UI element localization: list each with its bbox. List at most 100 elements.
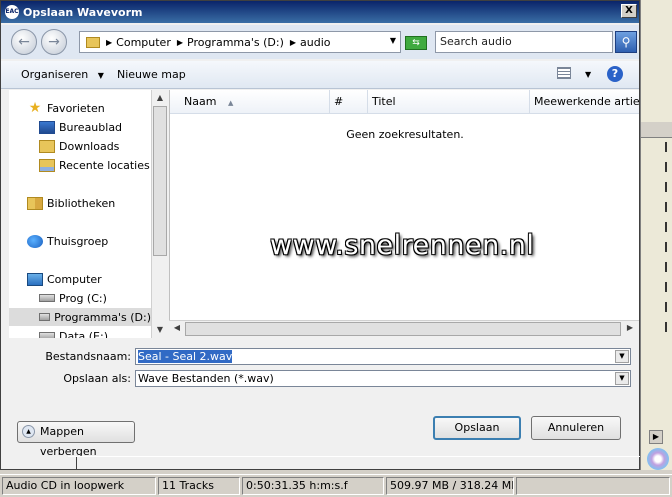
desktop-icon — [39, 120, 55, 134]
breadcrumb-separator-icon[interactable]: ▶ — [177, 38, 183, 47]
breadcrumb-separator-icon[interactable]: ▶ — [106, 38, 112, 47]
background-scroll-arrow-icon: ▶ — [649, 430, 663, 444]
status-duration: 0:50:31.35 h:m:s.f — [242, 477, 384, 495]
sort-up-icon: ▲ — [227, 99, 234, 107]
breadcrumb-drive[interactable]: Programma's (D:) — [187, 36, 284, 49]
sidebar-item-label: Data (E:) — [59, 329, 109, 339]
background-checkmark — [665, 322, 672, 332]
folder-icon — [86, 36, 100, 48]
address-bar[interactable]: ▶ Computer ▶ Programma's (D:) ▶ audio ▼ — [79, 31, 401, 53]
refresh-button[interactable]: ⇆ — [405, 36, 427, 50]
scroll-down-icon[interactable]: ▼ — [153, 322, 167, 338]
close-button[interactable]: X — [621, 4, 637, 18]
computer-icon — [27, 272, 43, 286]
column-header-row: Naam ▲ # Titel Meewerkende arties... — [170, 90, 639, 114]
window-title: Opslaan Wavevorm — [23, 5, 143, 19]
sidebar-item-homegroup[interactable]: Thuisgroep — [9, 232, 108, 250]
view-dropdown-icon[interactable]: ▼ — [585, 70, 591, 79]
drive-icon — [39, 332, 55, 338]
savetype-label: Opslaan als: — [63, 372, 131, 385]
forward-button[interactable]: → — [41, 29, 67, 55]
filename-dropdown-icon[interactable]: ▼ — [615, 350, 629, 363]
new-folder-button[interactable]: Nieuwe map — [117, 68, 186, 81]
scroll-up-icon[interactable]: ▲ — [153, 90, 167, 106]
hide-folders-label: Mappen verbergen — [40, 425, 97, 458]
sidebar-item-label: Thuisgroep — [47, 234, 109, 248]
background-checkmark — [665, 302, 672, 312]
background-checkmark — [665, 242, 672, 252]
column-header-contributing-artists[interactable]: Meewerkende arties... — [530, 90, 639, 114]
hide-folders-button[interactable]: ▲ Mappen verbergen — [17, 421, 135, 458]
status-drive: Audio CD in loopwerk — [2, 477, 156, 495]
star-icon: ★ — [28, 99, 42, 116]
file-list-hscrollbar[interactable]: ◀ ▶ — [169, 320, 639, 336]
forward-arrow-icon: → — [48, 34, 60, 50]
breadcrumb-computer[interactable]: Computer — [116, 36, 171, 49]
address-dropdown-icon[interactable]: ▼ — [390, 36, 396, 45]
sidebar-item-favorites[interactable]: ★ Favorieten — [9, 99, 105, 117]
column-header-name[interactable]: Naam ▲ — [170, 90, 330, 114]
filename-label: Bestandsnaam: — [45, 350, 131, 363]
savetype-dropdown-icon[interactable]: ▼ — [615, 372, 629, 385]
navigation-scrollbar[interactable]: ▲ ▼ — [151, 90, 167, 338]
background-checkmark — [665, 282, 672, 292]
sidebar-item-label: Programma's (D:) — [54, 310, 151, 324]
cancel-button[interactable]: Annuleren — [531, 416, 621, 440]
column-header-number[interactable]: # — [330, 90, 368, 114]
view-options-icon[interactable] — [557, 67, 571, 79]
ruler-marker — [76, 457, 80, 469]
sidebar-item-recent[interactable]: Recente locaties — [9, 156, 150, 174]
sidebar-item-label: Computer — [47, 272, 102, 286]
sidebar-item-label: Bibliotheken — [47, 196, 116, 210]
scroll-left-icon[interactable]: ◀ — [170, 320, 184, 336]
breadcrumb-audio[interactable]: audio — [300, 36, 330, 49]
background-checkmark — [665, 262, 672, 272]
sidebar-item-desktop[interactable]: Bureaublad — [9, 118, 122, 136]
save-button[interactable]: Opslaan — [433, 416, 521, 440]
sidebar-item-drive-e[interactable]: Data (E:) — [9, 327, 108, 338]
save-form: Bestandsnaam: Seal - Seal 2.wav ▼ Opslaa… — [1, 339, 639, 469]
breadcrumb-separator-icon[interactable]: ▶ — [290, 38, 296, 47]
recent-places-icon — [39, 158, 55, 172]
scrollbar-thumb[interactable] — [185, 322, 621, 336]
organize-button[interactable]: Organiseren ▼ — [21, 68, 104, 81]
watermark-text: www.snelrennen.nl — [270, 230, 535, 261]
sidebar-item-label: Downloads — [59, 139, 120, 153]
app-icon: EAC — [5, 5, 19, 19]
help-icon[interactable]: ? — [607, 66, 623, 82]
empty-message: Geen zoekresultaten. — [346, 128, 464, 141]
waveform-ruler — [68, 456, 640, 470]
sidebar-item-downloads[interactable]: Downloads — [9, 137, 119, 155]
sidebar-item-drive-c[interactable]: Prog (C:) — [9, 289, 107, 307]
column-header-title[interactable]: Titel — [368, 90, 530, 114]
sidebar-item-label: Bureaublad — [59, 120, 123, 134]
search-input[interactable]: Search audio — [435, 31, 613, 53]
background-checkmark — [665, 222, 672, 232]
status-tracks: 11 Tracks — [158, 477, 240, 495]
scroll-right-icon[interactable]: ▶ — [623, 320, 637, 336]
background-checkmark — [665, 142, 672, 152]
sidebar-item-computer[interactable]: Computer — [9, 270, 102, 288]
status-empty — [516, 477, 670, 495]
status-bar: Audio CD in loopwerk 11 Tracks 0:50:31.3… — [0, 474, 672, 497]
drive-icon — [39, 294, 55, 302]
back-arrow-icon: ← — [18, 34, 30, 50]
sidebar-item-libraries[interactable]: Bibliotheken — [9, 194, 115, 212]
column-header-label: Naam — [184, 95, 217, 108]
savetype-select[interactable]: Wave Bestanden (*.wav) ▼ — [135, 370, 631, 387]
downloads-folder-icon — [39, 139, 55, 153]
drive-icon — [39, 313, 51, 321]
sidebar-item-label: Prog (C:) — [59, 291, 107, 305]
background-checkmark — [665, 162, 672, 172]
savetype-value: Wave Bestanden (*.wav) — [138, 372, 274, 385]
sidebar-item-drive-d[interactable]: Programma's (D:) — [9, 308, 151, 326]
title-bar: EAC Opslaan Wavevorm X — [1, 1, 639, 23]
scrollbar-thumb[interactable] — [153, 106, 167, 256]
chevron-up-icon: ▲ — [22, 425, 35, 438]
filename-field[interactable]: Seal - Seal 2.wav ▼ — [135, 348, 631, 365]
search-icon: ⚲ — [621, 35, 631, 49]
search-button[interactable]: ⚲ — [615, 31, 637, 53]
back-button[interactable]: ← — [11, 29, 37, 55]
background-checkmark — [665, 202, 672, 212]
organize-label: Organiseren — [21, 68, 89, 81]
